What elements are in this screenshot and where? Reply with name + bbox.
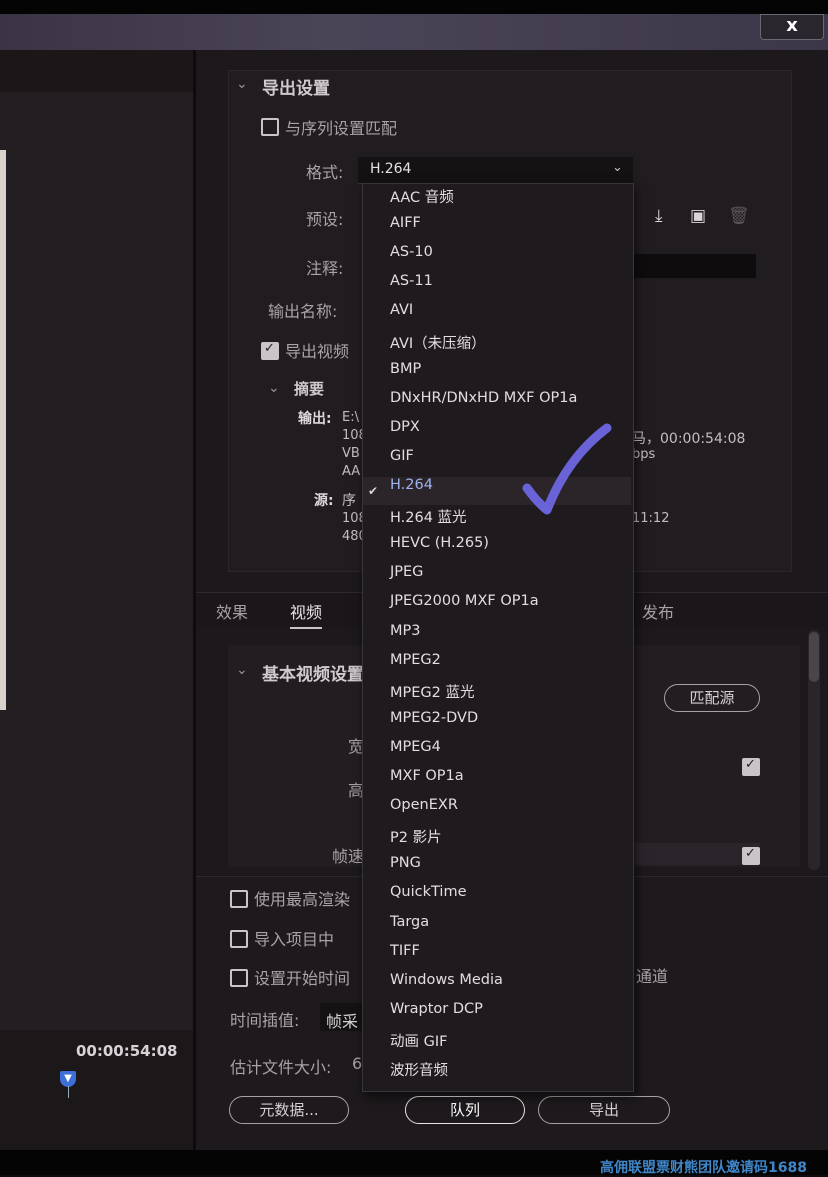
set-start-checkbox[interactable] <box>230 969 248 987</box>
playhead-line <box>68 1086 69 1098</box>
format-option[interactable]: AS-11 <box>390 273 433 289</box>
preview-image-edge <box>0 150 6 710</box>
basic-video-title: 基本视频设置 <box>262 665 364 685</box>
frame-rate-label: 帧速 <box>332 847 365 866</box>
frame-rate-field[interactable] <box>630 843 760 865</box>
export-video-label: 导出视频 <box>285 342 350 361</box>
format-option[interactable]: DPX <box>390 419 420 435</box>
time-interp-value: 帧采 <box>326 1012 359 1031</box>
export-button[interactable]: 导出 <box>538 1096 670 1124</box>
comments-field[interactable] <box>630 254 756 278</box>
chevron-down-icon[interactable]: ⌄ <box>612 160 623 175</box>
output-line-1: E:\ <box>342 410 359 425</box>
source-right: 11:12 <box>632 511 670 526</box>
width-checkbox[interactable] <box>742 757 760 776</box>
tab-publish[interactable]: 发布 <box>642 599 674 623</box>
format-option[interactable]: Targa <box>390 914 429 930</box>
format-option[interactable]: Windows Media <box>390 972 503 988</box>
format-option[interactable]: Wraptor DCP <box>390 1001 483 1017</box>
output-line-3: VB <box>342 446 360 461</box>
est-size-value: 6 <box>352 1054 363 1073</box>
export-settings-title: 导出设置 <box>262 79 330 99</box>
output-line-4: AA <box>342 464 361 479</box>
format-option[interactable]: DNxHR/DNxHD MXF OP1a <box>390 390 577 406</box>
summary-chevron-icon[interactable]: ⌄ <box>268 380 280 396</box>
format-option[interactable]: 波形音频 <box>390 1059 448 1080</box>
format-option[interactable]: TIFF <box>390 943 420 959</box>
match-sequence-checkbox[interactable] <box>261 118 279 136</box>
output-right-2: bps <box>632 447 656 462</box>
metadata-button[interactable]: 元数据... <box>229 1096 349 1124</box>
format-option[interactable]: MPEG4 <box>390 739 441 755</box>
format-option[interactable]: JPEG2000 MXF OP1a <box>390 593 539 609</box>
max-render-label: 使用最高渲染 <box>254 890 351 909</box>
match-source-button[interactable]: 匹配源 <box>664 684 760 712</box>
timecode: 00:00:54:08 <box>76 1042 178 1060</box>
format-option[interactable]: AAC 音频 <box>390 186 454 207</box>
source-line-1: 序 <box>342 493 356 509</box>
format-option[interactable]: AVI（未压缩） <box>390 332 486 353</box>
format-option[interactable]: MPEG2-DVD <box>390 710 478 726</box>
summary-title: 摘要 <box>294 380 325 398</box>
max-render-checkbox[interactable] <box>230 890 248 908</box>
format-options: AAC 音频 AIFF AS-10 AS-11 AVI AVI（未压缩） BMP DNxHR/… <box>362 183 632 1090</box>
close-button[interactable]: x <box>760 14 824 40</box>
preset-label: 预设: <box>306 210 344 229</box>
match-sequence-label: 与序列设置匹配 <box>285 119 398 138</box>
format-option[interactable]: H.264 <box>390 477 433 493</box>
tab-video[interactable]: 视频 <box>290 599 323 629</box>
import-preset-icon[interactable]: ▣ <box>690 206 706 226</box>
format-option[interactable]: MPEG2 蓝光 <box>390 681 475 702</box>
format-option[interactable]: QuickTime <box>390 884 467 900</box>
basic-video-chevron-icon[interactable]: ⌄ <box>236 662 248 678</box>
top-bar <box>0 0 828 14</box>
est-size-label: 估计文件大小: <box>230 1058 332 1077</box>
output-label: 输出: <box>298 411 332 427</box>
format-option[interactable]: MP3 <box>390 623 420 639</box>
format-option[interactable]: MPEG2 <box>390 652 441 668</box>
collapse-chevron-icon[interactable]: ⌄ <box>236 76 248 92</box>
queue-button[interactable]: 队列 <box>405 1096 525 1124</box>
tab-effects[interactable]: 效果 <box>216 599 248 623</box>
preview-area <box>0 92 193 1030</box>
format-option[interactable]: H.264 蓝光 <box>390 506 467 527</box>
format-select-value: H.264 <box>370 161 412 177</box>
format-label: 格式: <box>306 163 344 182</box>
output-right-1: 马，00:00:54:08 <box>632 431 746 447</box>
format-option[interactable]: GIF <box>390 448 414 464</box>
format-option[interactable]: P2 影片 <box>390 826 442 847</box>
title-bar <box>0 14 828 50</box>
format-option[interactable]: PNG <box>390 855 421 871</box>
format-option[interactable]: MXF OP1a <box>390 768 464 784</box>
import-project-checkbox[interactable] <box>230 930 248 948</box>
format-option[interactable]: 动画 GIF <box>390 1030 447 1051</box>
frame-rate-checkbox[interactable] <box>742 846 760 865</box>
annotation-check-icon <box>522 423 612 515</box>
watermark: 高佣联盟票财熊团队邀请码1688 <box>600 1160 807 1176</box>
output-name-label: 输出名称: <box>268 302 338 321</box>
comments-label: 注释: <box>306 259 344 278</box>
format-option[interactable]: BMP <box>390 361 421 377</box>
import-project-label: 导入项目中 <box>254 930 335 949</box>
delete-preset-icon[interactable]: 🗑 <box>728 206 750 226</box>
save-preset-icon[interactable]: ⤓ <box>655 206 663 226</box>
channel-label: 通道 <box>636 967 669 986</box>
format-option[interactable]: OpenEXR <box>390 797 458 813</box>
source-label: 源: <box>314 493 334 509</box>
format-option[interactable]: AS-10 <box>390 244 433 260</box>
export-video-checkbox[interactable] <box>261 341 279 360</box>
format-option[interactable]: AIFF <box>390 215 421 231</box>
format-option[interactable]: AVI <box>390 302 413 318</box>
set-start-label: 设置开始时间 <box>254 969 351 988</box>
format-option[interactable]: JPEG <box>390 564 423 580</box>
scrollbar-thumb[interactable] <box>809 632 819 682</box>
format-option[interactable]: HEVC (H.265) <box>390 535 489 551</box>
time-interp-label: 时间插值: <box>230 1011 300 1030</box>
playhead-icon[interactable]: ▼ <box>60 1071 76 1087</box>
